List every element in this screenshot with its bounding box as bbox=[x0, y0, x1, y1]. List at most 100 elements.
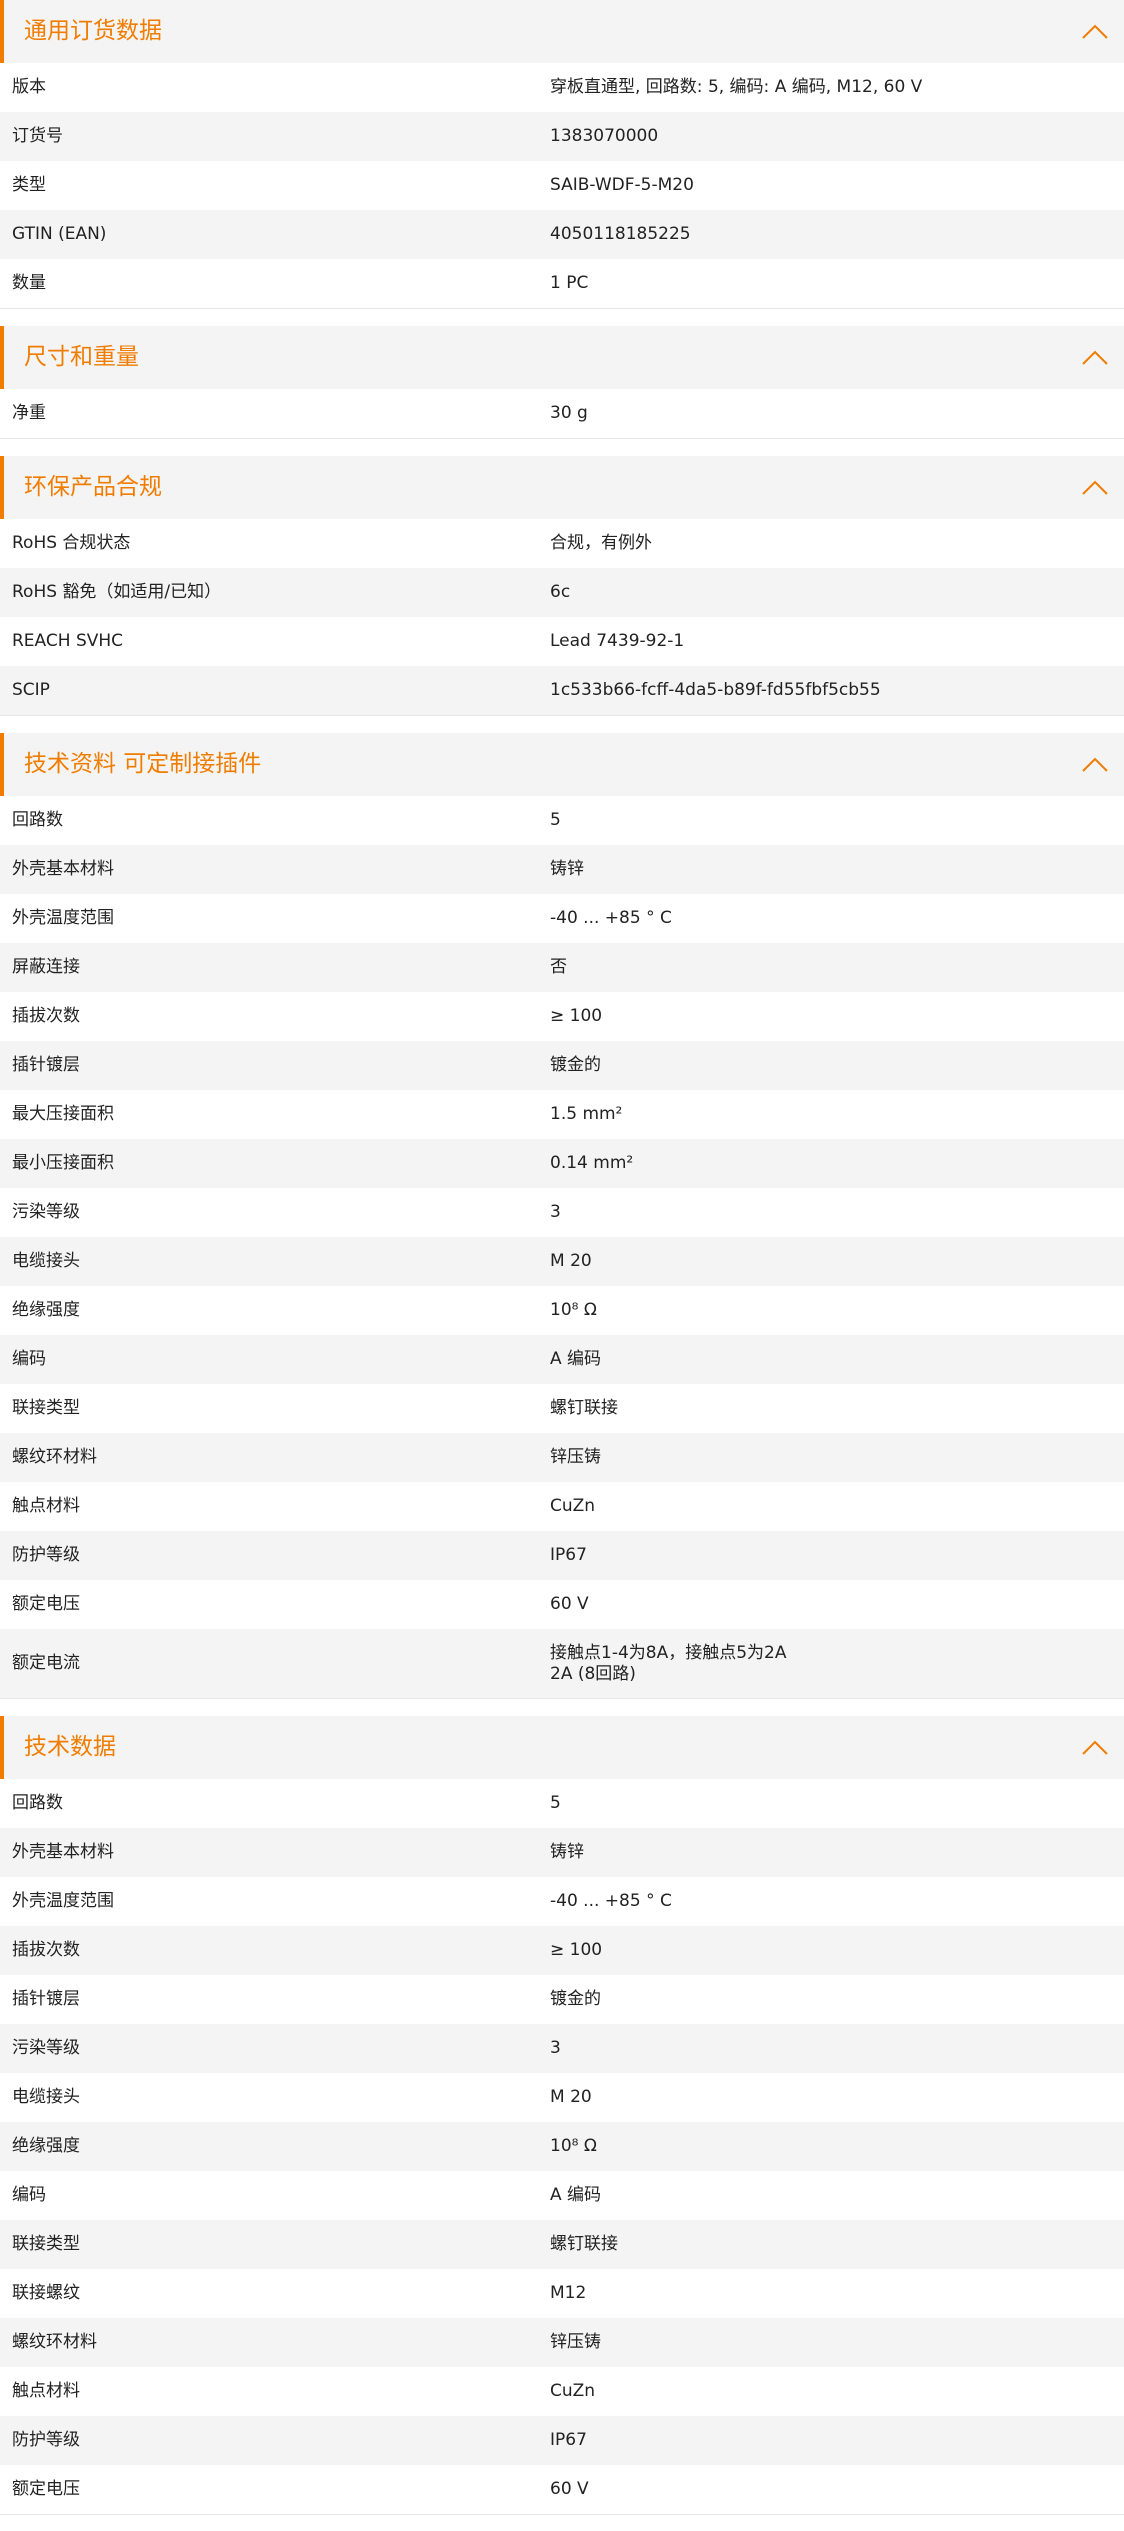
spec-section: 通用订货数据版本 穿板直通型, 回路数: 5, 编码: A 编码, M12, 60… bbox=[0, 0, 1124, 309]
spec-row: 防护等级 IP67 bbox=[0, 2416, 1124, 2465]
section-header[interactable]: 技术数据 bbox=[0, 1716, 1124, 1779]
spec-row: 联接螺纹 M12 bbox=[0, 2269, 1124, 2318]
spec-label: 插针镀层 bbox=[12, 1989, 80, 2009]
spec-label: 绝缘强度 bbox=[12, 2136, 80, 2156]
section-title: 技术数据 bbox=[24, 1734, 116, 1760]
spec-value: 5 bbox=[550, 1793, 561, 1813]
spec-label: 额定电流 bbox=[12, 1653, 80, 1673]
spec-label: 联接类型 bbox=[12, 1398, 80, 1418]
spec-row: 外壳温度范围 -40 ... +85 ° C bbox=[0, 894, 1124, 943]
spec-label: 电缆接头 bbox=[12, 2087, 80, 2107]
spec-value: IP67 bbox=[550, 1545, 587, 1565]
section-rows: 回路数 5 外壳基本材料 铸锌 外壳温度范围 -40 ... +85 ° C 插拔次数 ≥ 1… bbox=[0, 1779, 1124, 2515]
section-header[interactable]: 技术资料 可定制接插件 bbox=[0, 733, 1124, 796]
section-header[interactable]: 通用订货数据 bbox=[0, 0, 1124, 63]
section-title: 技术资料 可定制接插件 bbox=[24, 751, 262, 777]
spec-row: 外壳基本材料 铸锌 bbox=[0, 1828, 1124, 1877]
spec-value: 铸锌 bbox=[550, 859, 584, 879]
spec-page: 通用订货数据版本 穿板直通型, 回路数: 5, 编码: A 编码, M12, 60… bbox=[0, 0, 1124, 2515]
section-title: 环保产品合规 bbox=[24, 474, 162, 500]
section-header[interactable]: 环保产品合规 bbox=[0, 456, 1124, 519]
spec-value: 合规，有例外 bbox=[550, 533, 652, 553]
spec-label: 类型 bbox=[12, 175, 46, 195]
spec-section: 尺寸和重量 净重 30 g bbox=[0, 326, 1124, 439]
spec-label: 联接螺纹 bbox=[12, 2283, 80, 2303]
spec-label: 防护等级 bbox=[12, 1545, 80, 1565]
spec-row: 插针镀层 镀金的 bbox=[0, 1041, 1124, 1090]
spec-row: 数量 1 PC bbox=[0, 259, 1124, 308]
spec-value: 螺钉联接 bbox=[550, 2234, 618, 2254]
spec-row: RoHS 合规状态 合规，有例外 bbox=[0, 519, 1124, 568]
spec-label: 订货号 bbox=[12, 126, 63, 146]
spec-label: 联接类型 bbox=[12, 2234, 80, 2254]
spec-label: 额定电压 bbox=[12, 2479, 80, 2499]
spec-row: 绝缘强度 10⁸ Ω bbox=[0, 2122, 1124, 2171]
spec-label: 污染等级 bbox=[12, 2038, 80, 2058]
spec-label: 绝缘强度 bbox=[12, 1300, 80, 1320]
spec-row: 回路数 5 bbox=[0, 1779, 1124, 1828]
spec-label: 额定电压 bbox=[12, 1594, 80, 1614]
spec-row: 防护等级 IP67 bbox=[0, 1531, 1124, 1580]
spec-row: 插针镀层 镀金的 bbox=[0, 1975, 1124, 2024]
spec-section: 技术数据回路数 5 外壳基本材料 铸锌 外壳温度范围 -40 ... +85 ° C 插拔次… bbox=[0, 1716, 1124, 2515]
spec-value: 6c bbox=[550, 582, 571, 602]
spec-value: 10⁸ Ω bbox=[550, 2136, 597, 2156]
chevron-up-icon[interactable] bbox=[1082, 24, 1108, 40]
spec-label: 触点材料 bbox=[12, 1496, 80, 1516]
spec-label: 数量 bbox=[12, 273, 46, 293]
section-title: 通用订货数据 bbox=[24, 18, 162, 44]
spec-value: 铸锌 bbox=[550, 1842, 584, 1862]
spec-value: 1c533b66-fcff-4da5-b89f-fd55fbf5cb55 bbox=[550, 680, 881, 700]
spec-label: SCIP bbox=[12, 680, 50, 700]
section-header[interactable]: 尺寸和重量 bbox=[0, 326, 1124, 389]
spec-row: REACH SVHC Lead 7439-92-1 bbox=[0, 617, 1124, 666]
spec-label: 版本 bbox=[12, 77, 46, 97]
spec-row: 额定电流 接触点1-4为8A，接触点5为2A 2A (8回路) bbox=[0, 1629, 1124, 1698]
spec-value: -40 ... +85 ° C bbox=[550, 1891, 672, 1911]
spec-row: 插拔次数 ≥ 100 bbox=[0, 992, 1124, 1041]
spec-row: 额定电压 60 V bbox=[0, 1580, 1124, 1629]
spec-section: 环保产品合规 RoHS 合规状态 合规，有例外 RoHS 豁免（如适用/已知） 6c RE… bbox=[0, 456, 1124, 716]
spec-value: M12 bbox=[550, 2283, 587, 2303]
chevron-up-icon[interactable] bbox=[1082, 757, 1108, 773]
section-rows: RoHS 合规状态 合规，有例外 RoHS 豁免（如适用/已知） 6c REACH SV… bbox=[0, 519, 1124, 716]
spec-label: 螺纹环材料 bbox=[12, 1447, 97, 1467]
spec-value: 1 PC bbox=[550, 273, 589, 293]
spec-label: RoHS 合规状态 bbox=[12, 533, 131, 553]
spec-value: ≥ 100 bbox=[550, 1006, 603, 1026]
spec-value: 否 bbox=[550, 957, 567, 977]
spec-row: 联接类型 螺钉联接 bbox=[0, 1384, 1124, 1433]
spec-row: 触点材料 CuZn bbox=[0, 1482, 1124, 1531]
spec-row: 电缆接头 M 20 bbox=[0, 2073, 1124, 2122]
spec-value: 锌压铸 bbox=[550, 2332, 601, 2352]
spec-row: 类型 SAIB-WDF-5-M20 bbox=[0, 161, 1124, 210]
spec-value: 穿板直通型, 回路数: 5, 编码: A 编码, M12, 60 V bbox=[550, 77, 923, 97]
spec-row: 触点材料 CuZn bbox=[0, 2367, 1124, 2416]
spec-label: 插拔次数 bbox=[12, 1940, 80, 1960]
section-rows: 版本 穿板直通型, 回路数: 5, 编码: A 编码, M12, 60 V 订货号 1… bbox=[0, 63, 1124, 309]
spec-value: 4050118185225 bbox=[550, 224, 691, 244]
chevron-up-icon[interactable] bbox=[1082, 480, 1108, 496]
spec-value: CuZn bbox=[550, 1496, 596, 1516]
spec-row: 电缆接头 M 20 bbox=[0, 1237, 1124, 1286]
spec-row: 污染等级 3 bbox=[0, 2024, 1124, 2073]
spec-value: 锌压铸 bbox=[550, 1447, 601, 1467]
spec-value: SAIB-WDF-5-M20 bbox=[550, 175, 694, 195]
spec-label: 屏蔽连接 bbox=[12, 957, 80, 977]
spec-label: 回路数 bbox=[12, 810, 63, 830]
spec-value: Lead 7439-92-1 bbox=[550, 631, 685, 651]
spec-value: CuZn bbox=[550, 2381, 596, 2401]
spec-row: 订货号 1383070000 bbox=[0, 112, 1124, 161]
spec-label: 防护等级 bbox=[12, 2430, 80, 2450]
spec-label: RoHS 豁免（如适用/已知） bbox=[12, 582, 222, 602]
spec-row: 净重 30 g bbox=[0, 389, 1124, 438]
spec-value: M 20 bbox=[550, 1251, 592, 1271]
spec-label: 最大压接面积 bbox=[12, 1104, 114, 1124]
spec-label: 回路数 bbox=[12, 1793, 63, 1813]
spec-value: M 20 bbox=[550, 2087, 592, 2107]
spec-value: 1383070000 bbox=[550, 126, 659, 146]
section-rows: 净重 30 g bbox=[0, 389, 1124, 439]
spec-row: 外壳温度范围 -40 ... +85 ° C bbox=[0, 1877, 1124, 1926]
chevron-up-icon[interactable] bbox=[1082, 350, 1108, 366]
chevron-up-icon[interactable] bbox=[1082, 1740, 1108, 1756]
